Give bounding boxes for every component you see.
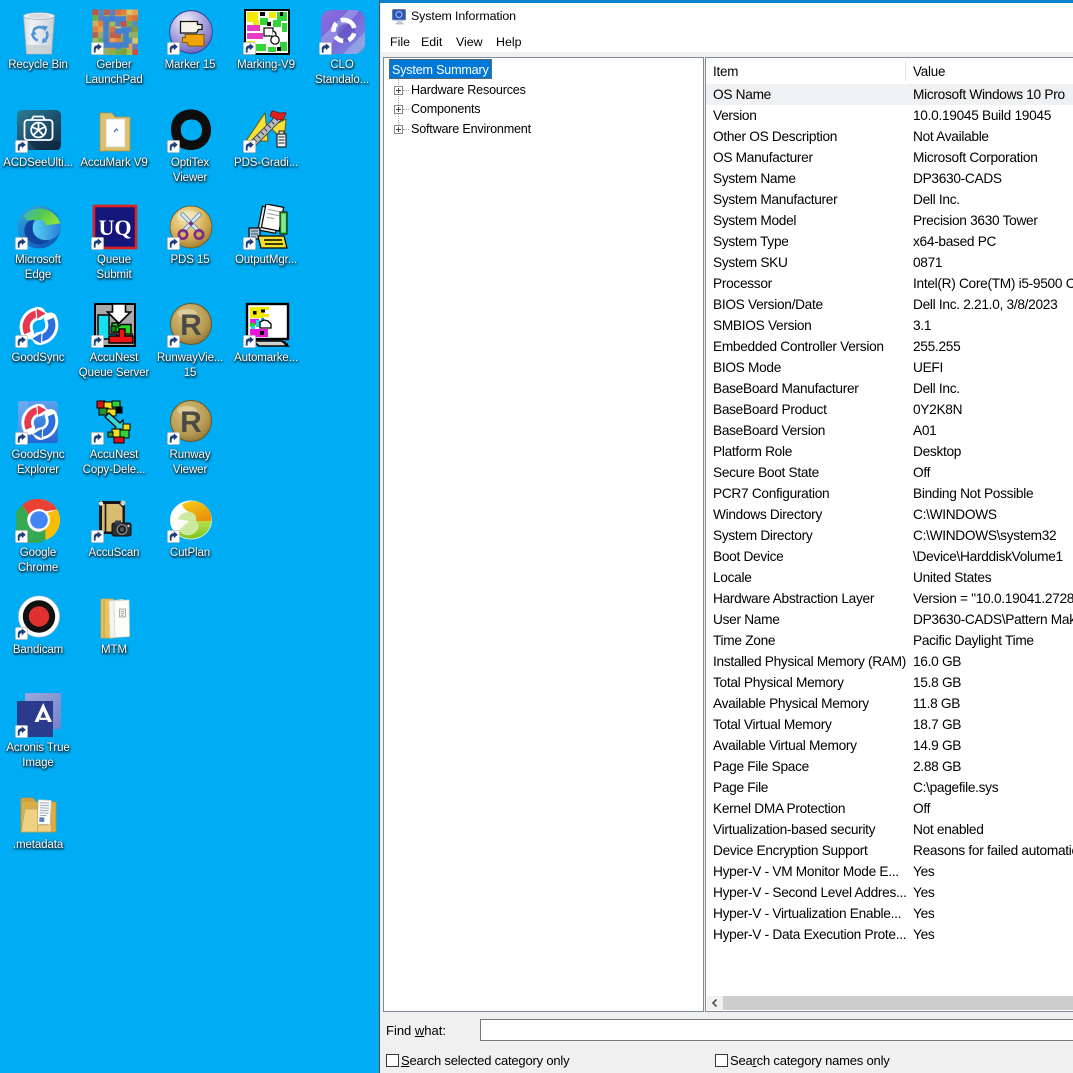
svg-text:R: R	[180, 406, 202, 439]
svg-text:R: R	[180, 309, 202, 342]
